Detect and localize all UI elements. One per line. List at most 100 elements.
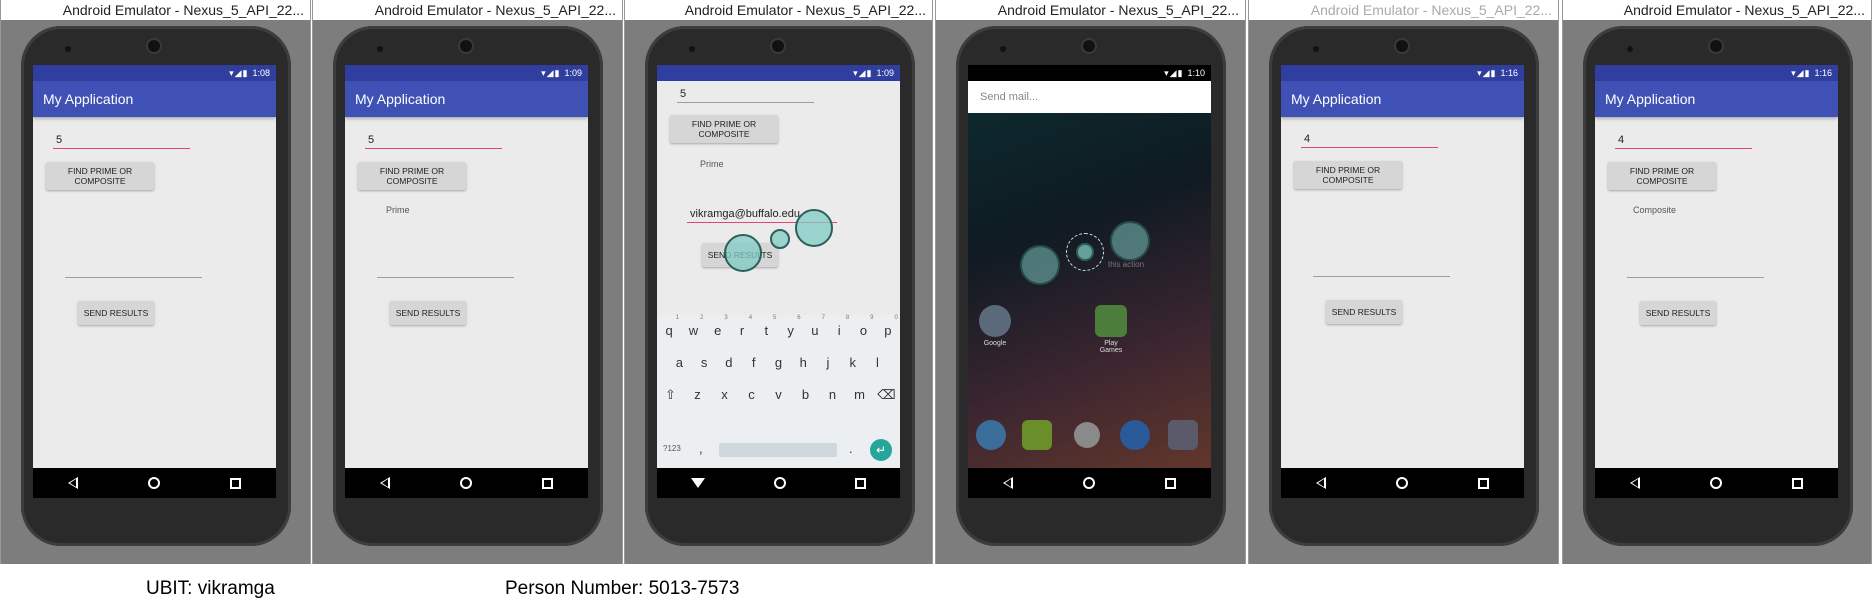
back-icon[interactable]: [1003, 477, 1013, 489]
phone-icon[interactable]: [976, 420, 1006, 450]
recent-apps-icon[interactable]: [1165, 477, 1176, 489]
enter-icon[interactable]: ↵: [870, 439, 892, 461]
key[interactable]: 3e: [708, 315, 728, 338]
number-input[interactable]: 5: [53, 133, 190, 149]
home-icon[interactable]: [460, 477, 472, 489]
recent-apps-icon[interactable]: [1792, 477, 1803, 489]
comma-key[interactable]: ,: [699, 441, 703, 456]
status-time: 1:08: [252, 68, 270, 78]
back-icon[interactable]: [1630, 477, 1640, 489]
nav-bar: [33, 468, 276, 498]
key[interactable]: 7u: [805, 315, 825, 338]
window-title: Android Emulator - Nexus_5_API_22...: [1563, 0, 1871, 20]
key[interactable]: f: [744, 355, 764, 370]
number-input[interactable]: 4: [1301, 132, 1438, 148]
period-key[interactable]: .: [849, 441, 853, 456]
key[interactable]: 1q: [659, 315, 680, 338]
send-results-button[interactable]: SEND RESULTS: [1640, 301, 1716, 325]
key[interactable]: c: [742, 387, 762, 403]
messaging-icon[interactable]: [1022, 420, 1052, 450]
key[interactable]: n: [823, 387, 843, 403]
back-icon[interactable]: [380, 477, 390, 489]
phone-frame: ▾◢▮ 1:16 My Application 4 FIND PRIME OR C…: [1269, 26, 1539, 546]
status-time: 1:10: [1187, 68, 1205, 78]
home-icon[interactable]: [1710, 477, 1722, 489]
send-results-button[interactable]: SEND RESULTS: [78, 301, 154, 325]
play-games-app[interactable]: Play Games: [1093, 305, 1129, 354]
key[interactable]: x: [715, 387, 735, 403]
email-input[interactable]: [65, 262, 202, 278]
send-results-button[interactable]: SEND RESULTS: [1326, 300, 1402, 324]
key[interactable]: 4r: [732, 315, 752, 338]
key[interactable]: j: [818, 355, 838, 370]
key[interactable]: 6y: [781, 315, 800, 338]
find-prime-button[interactable]: FIND PRIME OR COMPOSITE: [358, 162, 466, 190]
home-icon[interactable]: [148, 477, 160, 489]
key[interactable]: z: [688, 387, 708, 403]
key[interactable]: g: [768, 355, 788, 370]
key[interactable]: 8i: [829, 315, 849, 338]
sensor-icon: [1313, 46, 1319, 52]
key[interactable]: 9o: [854, 315, 874, 338]
ubit-caption: UBIT: vikramga: [146, 578, 275, 599]
email-input[interactable]: [1627, 262, 1764, 278]
key[interactable]: m: [850, 387, 870, 403]
find-prime-button[interactable]: FIND PRIME OR COMPOSITE: [46, 162, 154, 190]
space-key[interactable]: [719, 443, 837, 457]
result-text: Prime: [386, 205, 410, 215]
send-results-button[interactable]: SEND RESULTS: [390, 301, 466, 325]
recent-apps-icon[interactable]: [1478, 477, 1489, 489]
app-title: My Application: [33, 81, 276, 117]
back-icon[interactable]: [1316, 477, 1326, 489]
key[interactable]: d: [719, 355, 739, 370]
home-icon[interactable]: [1396, 477, 1408, 489]
email-input[interactable]: [1313, 261, 1450, 277]
key[interactable]: 0p: [878, 315, 898, 338]
signal-battery-icon: ▾◢▮: [229, 68, 249, 78]
shift-icon[interactable]: ⇧: [661, 387, 681, 403]
key[interactable]: a: [669, 355, 689, 370]
touch-indicator: [770, 229, 790, 249]
number-input[interactable]: 5: [365, 133, 502, 149]
find-prime-button[interactable]: FIND PRIME OR COMPOSITE: [1294, 161, 1402, 189]
recent-apps-icon[interactable]: [230, 477, 241, 489]
recent-apps-icon[interactable]: [854, 477, 866, 489]
touch-indicator: [1110, 221, 1150, 261]
key[interactable]: v: [769, 387, 789, 403]
key[interactable]: 5t: [756, 315, 777, 338]
signal-battery-icon: ▾◢▮: [1477, 68, 1497, 78]
find-prime-button[interactable]: FIND PRIME OR COMPOSITE: [670, 115, 778, 143]
number-input[interactable]: 4: [1615, 133, 1752, 149]
find-prime-button[interactable]: FIND PRIME OR COMPOSITE: [1608, 162, 1716, 190]
camera-app-icon[interactable]: [1168, 420, 1198, 450]
key[interactable]: s: [694, 355, 714, 370]
touch-indicator: [1076, 243, 1094, 261]
recent-apps-icon[interactable]: [542, 477, 553, 489]
signal-battery-icon: ▾◢▮: [1791, 68, 1811, 78]
browser-icon[interactable]: [1120, 420, 1150, 450]
symbols-key[interactable]: ?123: [663, 444, 681, 453]
google-app[interactable]: Google: [977, 305, 1013, 347]
hide-keyboard-icon[interactable]: [691, 478, 706, 488]
email-input[interactable]: [377, 262, 514, 278]
key[interactable]: b: [796, 387, 816, 403]
home-icon[interactable]: [773, 477, 786, 489]
key[interactable]: l: [868, 355, 888, 370]
key[interactable]: 2w: [683, 315, 704, 338]
backspace-icon[interactable]: ⌫: [877, 387, 897, 403]
phone-frame: ▾◢▮ 1:16 My Application 4 FIND PRIME OR C…: [1583, 26, 1853, 546]
nav-bar: [1281, 468, 1524, 498]
nav-bar: [1595, 468, 1838, 498]
number-input[interactable]: 5: [677, 87, 814, 103]
signal-battery-icon: ▾◢▮: [541, 68, 561, 78]
app-drawer-icon[interactable]: [1074, 422, 1100, 448]
phone-screen: ▾◢▮ 1:09 5 FIND PRIME OR COMPOSITE Prime …: [657, 65, 900, 498]
home-icon[interactable]: [1083, 477, 1095, 489]
signal-battery-icon: ▾◢▮: [853, 68, 873, 78]
key[interactable]: k: [843, 355, 863, 370]
status-time: 1:16: [1814, 68, 1832, 78]
key[interactable]: h: [793, 355, 813, 370]
send-mail-bar[interactable]: Send mail...: [968, 81, 1211, 113]
back-icon[interactable]: [68, 477, 78, 489]
emulator-window-6: Android Emulator - Nexus_5_API_22... ▾◢▮…: [1562, 0, 1872, 564]
